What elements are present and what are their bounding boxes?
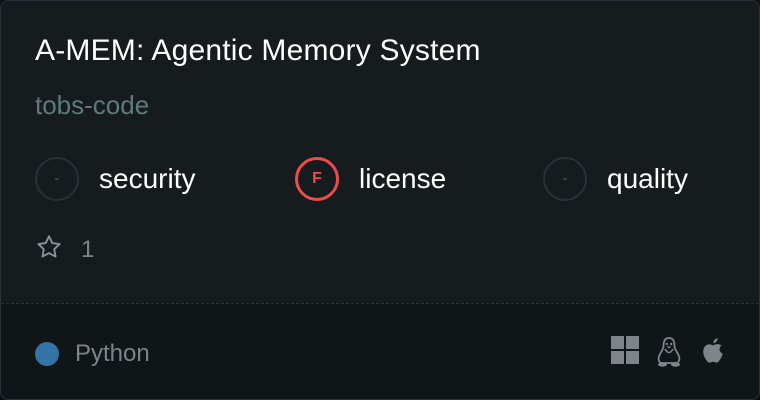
license-grade-badge: F (295, 157, 339, 201)
security-grade-badge: - (35, 157, 79, 201)
windows-icon (611, 336, 639, 369)
linux-icon (655, 336, 683, 373)
repo-card[interactable]: A-MEM: Agentic Memory System tobs-code -… (0, 0, 760, 400)
star-icon (35, 233, 63, 266)
metric-quality: - quality (543, 155, 688, 203)
quality-grade-badge: - (543, 157, 587, 201)
card-footer: Python (1, 303, 759, 399)
repo-owner[interactable]: tobs-code (35, 90, 149, 121)
star-count: 1 (81, 235, 95, 263)
security-label: security (99, 163, 196, 194)
language: Python (35, 340, 150, 368)
repo-title[interactable]: A-MEM: Agentic Memory System (35, 34, 481, 68)
stars: 1 (35, 233, 94, 266)
license-label: license (359, 163, 447, 194)
apple-icon (700, 336, 726, 371)
quality-label: quality (607, 163, 688, 194)
language-color-dot (35, 342, 59, 366)
language-name: Python (75, 340, 150, 367)
metric-license: F license (295, 155, 446, 203)
metric-security: - security (35, 155, 195, 203)
